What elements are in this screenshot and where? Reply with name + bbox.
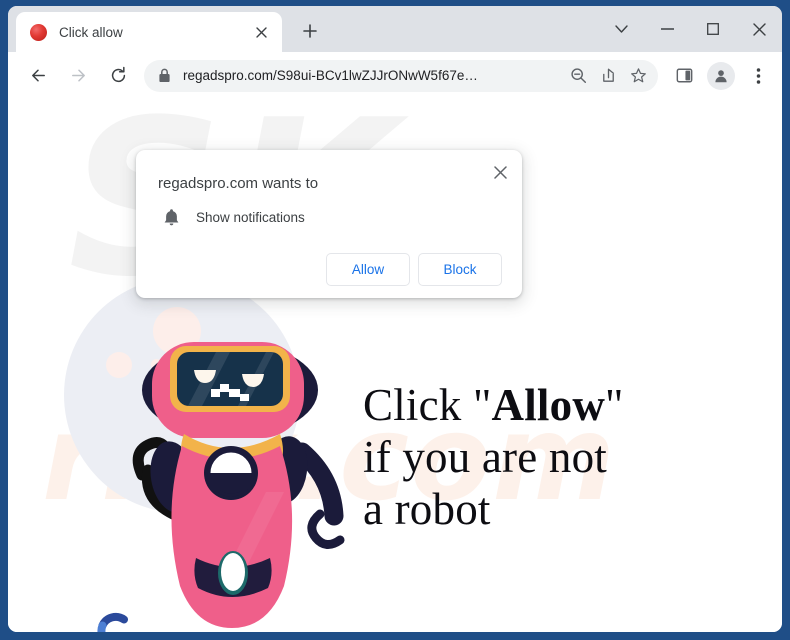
tab-favicon-icon	[30, 23, 47, 41]
e-captcha-logo: E-CAPTCHA	[83, 610, 145, 632]
dialog-title: regadspro.com wants to	[158, 175, 319, 192]
minimize-icon[interactable]	[644, 7, 690, 51]
address-bar[interactable]: regadspro.com/S98ui-BCv1lwZJJrONwW5f67e…	[144, 59, 658, 92]
browser-window-inner: Click allow regadspro.com/S98ui-BCv1lwZJ…	[8, 6, 782, 632]
profile-avatar-icon[interactable]	[707, 61, 735, 90]
bell-icon	[158, 208, 184, 227]
tab-click-allow[interactable]: Click allow	[16, 12, 282, 52]
page-headline: Click "Allow" if you are not a robot	[363, 380, 624, 535]
waving-robot-illustration	[132, 342, 345, 628]
window-controls	[598, 6, 782, 52]
tab-title: Click allow	[59, 24, 123, 40]
dialog-actions: Allow Block	[158, 253, 506, 286]
tab-close-icon[interactable]	[250, 21, 272, 43]
headline-line-1: Click "Allow"	[363, 380, 624, 430]
maximize-icon[interactable]	[690, 7, 736, 51]
forward-button[interactable]	[62, 60, 94, 92]
page-viewport: SK risk.com	[8, 99, 782, 632]
browser-toolbar: regadspro.com/S98ui-BCv1lwZJJrONwW5f67e…	[8, 52, 782, 99]
tab-search-chevron-icon[interactable]	[598, 7, 644, 51]
browser-window: Click allow regadspro.com/S98ui-BCv1lwZJ…	[0, 0, 790, 640]
more-menu-icon[interactable]	[742, 60, 774, 92]
permission-row: Show notifications	[158, 208, 506, 227]
bookmark-star-icon[interactable]	[624, 62, 652, 90]
lock-icon[interactable]	[158, 68, 171, 83]
share-icon[interactable]	[594, 62, 622, 90]
dialog-close-icon[interactable]	[487, 159, 513, 185]
allow-button[interactable]: Allow	[326, 253, 410, 286]
c-ring-logo-icon	[97, 612, 128, 632]
back-button[interactable]	[22, 60, 54, 92]
headline-line-2: if you are not	[363, 431, 607, 482]
new-tab-button[interactable]	[296, 17, 324, 45]
close-icon[interactable]	[736, 7, 782, 51]
url-text[interactable]: regadspro.com/S98ui-BCv1lwZJJrONwW5f67e…	[183, 68, 562, 83]
block-button[interactable]: Block	[418, 253, 502, 286]
permission-label: Show notifications	[196, 210, 305, 225]
reload-button[interactable]	[102, 60, 134, 92]
zoom-out-icon[interactable]	[564, 62, 592, 90]
headline-line-3: a robot	[363, 483, 491, 534]
notification-permission-dialog: regadspro.com wants to Show notification…	[136, 150, 522, 298]
tab-strip: Click allow	[8, 6, 782, 52]
side-panel-icon[interactable]	[668, 60, 700, 92]
